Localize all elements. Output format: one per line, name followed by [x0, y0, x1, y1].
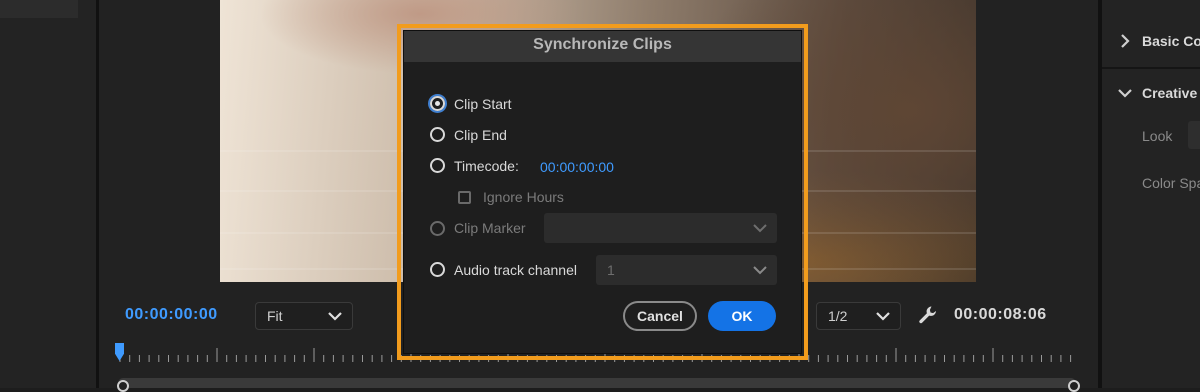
chevron-right-icon [1121, 34, 1130, 48]
audio-track-channel-radio[interactable] [430, 262, 445, 277]
dialog-title: Synchronize Clips [404, 31, 801, 62]
zoom-level-dropdown[interactable]: Fit [255, 302, 353, 330]
clip-marker-label: Clip Marker [454, 220, 526, 236]
scrollbar-end-handle[interactable] [1068, 380, 1080, 392]
left-panel-tab[interactable] [0, 0, 78, 18]
section-label: Creative [1142, 85, 1198, 101]
chevron-down-icon [876, 312, 890, 321]
clip-start-label[interactable]: Clip Start [454, 96, 512, 112]
look-dropdown[interactable] [1188, 121, 1200, 149]
ignore-hours-label: Ignore Hours [483, 189, 564, 205]
audio-track-channel-dropdown[interactable]: 1 [596, 255, 777, 285]
look-label: Look [1142, 128, 1173, 144]
ignore-hours-checkbox[interactable] [458, 191, 471, 204]
section-divider [1102, 67, 1200, 69]
clip-start-radio[interactable] [430, 96, 445, 111]
chevron-down-icon [753, 224, 767, 233]
chevron-down-icon [328, 312, 342, 321]
current-timecode[interactable]: 00:00:00:00 [125, 306, 218, 324]
color-space-label: Color Spa [1142, 175, 1200, 191]
playback-resolution-dropdown[interactable]: 1/2 [816, 302, 901, 330]
timeline-zoom-scrollbar[interactable] [118, 378, 1076, 388]
clip-marker-dropdown[interactable] [544, 213, 777, 243]
ok-button[interactable]: OK [708, 301, 776, 331]
timecode-value[interactable]: 00:00:00:00 [540, 159, 614, 175]
clip-marker-radio[interactable] [430, 221, 445, 236]
clip-end-radio[interactable] [430, 127, 445, 142]
timecode-radio[interactable] [430, 158, 445, 173]
wrench-icon[interactable] [918, 305, 938, 325]
left-panel [0, 0, 96, 388]
duration-timecode: 00:00:08:06 [954, 306, 1047, 323]
audio-track-channel-label[interactable]: Audio track channel [454, 262, 577, 278]
scrollbar-start-handle[interactable] [117, 380, 129, 392]
audio-track-channel-value: 1 [607, 262, 615, 278]
clip-end-label[interactable]: Clip End [454, 127, 507, 143]
section-label: Basic Cor [1142, 33, 1200, 49]
synchronize-clips-dialog: Synchronize Clips Clip Start Clip End Ti… [403, 30, 802, 354]
playback-resolution-value: 1/2 [828, 308, 848, 324]
timecode-label[interactable]: Timecode: [454, 158, 519, 174]
chevron-down-icon [1118, 89, 1132, 98]
chevron-down-icon [753, 266, 767, 275]
lumetri-color-panel: Basic Cor Creative Look Color Spa [1102, 0, 1200, 388]
cancel-button[interactable]: Cancel [623, 301, 697, 331]
zoom-level-value: Fit [267, 308, 283, 324]
